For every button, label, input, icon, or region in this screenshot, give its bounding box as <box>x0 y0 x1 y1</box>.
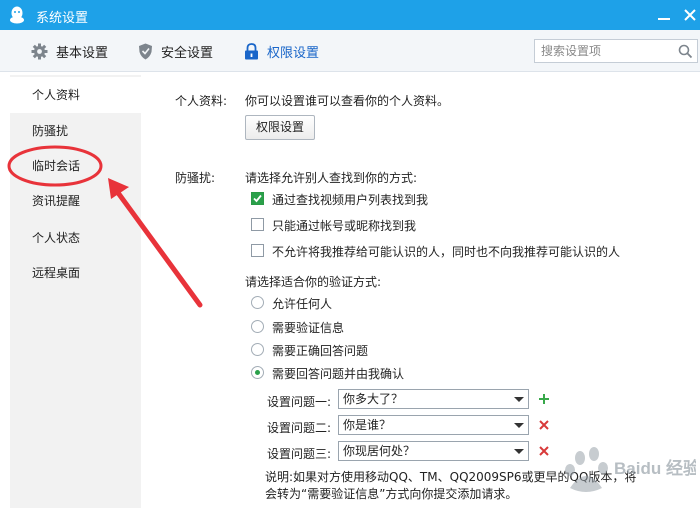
find-option-checkbox[interactable] <box>251 244 264 257</box>
search-input[interactable] <box>535 40 673 62</box>
question-3-select[interactable]: 你现居何处？ <box>338 441 529 461</box>
tab-security-settings[interactable]: 安全设置 <box>138 30 213 72</box>
close-icon[interactable] <box>683 8 697 22</box>
question-label: 设置问题二: <box>267 421 332 435</box>
plus-icon[interactable] <box>538 393 550 405</box>
question-2-select[interactable]: 你是谁？ <box>338 415 529 435</box>
sidebar-item-anti-harassment[interactable]: 防骚扰 <box>10 113 141 149</box>
sidebar-item-personal-status[interactable]: 个人状态 <box>10 220 141 256</box>
verify-option-radio[interactable] <box>251 296 264 309</box>
settings-toolbar: 基本设置 安全设置 权限设置 <box>0 30 700 72</box>
window-title: 系统设置 <box>36 11 89 26</box>
profile-description: 你可以设置谁可以查看你的个人资料。 <box>245 94 450 108</box>
verify-option-radio[interactable] <box>251 343 264 356</box>
verify-option-radio-selected[interactable] <box>251 366 264 379</box>
title-bar: 系统设置 <box>0 0 700 30</box>
shield-icon <box>139 43 152 59</box>
question-label: 设置问题一: <box>267 395 332 409</box>
qq-penguin-icon <box>10 6 24 24</box>
checkmark-icon <box>253 194 262 203</box>
verify-option-label: 需要验证信息 <box>272 321 345 335</box>
baidu-watermark: Baidu 经验 <box>565 447 696 492</box>
chevron-down-icon <box>514 449 524 454</box>
search-icon[interactable] <box>678 44 693 59</box>
tab-label: 基本设置 <box>56 45 109 61</box>
verify-option-label: 需要正确回答问题 <box>272 344 369 358</box>
sidebar-item-temp-session[interactable]: 临时会话 <box>10 148 141 184</box>
verify-option-label: 允许任何人 <box>272 297 333 311</box>
search-box <box>534 39 698 63</box>
question-label: 设置问题三: <box>267 447 332 461</box>
find-methods-title: 请选择允许别人查找到你的方式: <box>245 171 418 185</box>
find-option-checkbox[interactable] <box>251 218 264 231</box>
harassment-section-label: 防骚扰: <box>175 171 216 185</box>
find-option-label: 只能通过帐号或昵称找到我 <box>272 219 417 233</box>
lock-icon <box>245 42 258 59</box>
chevron-down-icon <box>514 423 524 428</box>
sidebar-item-remote-desktop[interactable]: 远程桌面 <box>10 255 141 291</box>
find-option-label: 通过查找视频用户列表找到我 <box>272 193 429 207</box>
find-option-label: 不允许将我推荐给可能认识的人，同时也不向我推荐可能认识的人 <box>272 245 621 259</box>
verify-methods-title: 请选择适合你的验证方式: <box>245 275 382 289</box>
question-1-select[interactable]: 你多大了？ <box>338 389 529 409</box>
question-value: 你是谁？ <box>343 418 392 432</box>
watermark-text: Baidu 经验 <box>614 458 696 478</box>
question-value: 你多大了？ <box>343 392 404 406</box>
profile-section-label: 个人资料: <box>175 94 228 108</box>
verify-option-radio[interactable] <box>251 320 264 333</box>
settings-sidebar: 个人资料 防骚扰 临时会话 资讯提醒 个人状态 远程桌面 <box>10 75 141 508</box>
tab-label: 安全设置 <box>161 45 214 61</box>
sidebar-item-news-alert[interactable]: 资讯提醒 <box>10 183 141 219</box>
tab-label: 权限设置 <box>267 45 320 61</box>
permission-settings-button[interactable]: 权限设置 <box>245 115 315 140</box>
tab-permission-settings[interactable]: 权限设置 <box>244 30 319 72</box>
chevron-down-icon <box>514 397 524 402</box>
question-value: 你现居何处？ <box>343 444 416 458</box>
find-option-checkbox[interactable] <box>251 192 264 205</box>
tab-basic-settings[interactable]: 基本设置 <box>31 30 108 72</box>
sidebar-item-profile[interactable]: 个人资料 <box>10 77 141 113</box>
minimize-icon[interactable] <box>658 10 670 20</box>
gear-icon <box>31 43 48 59</box>
verify-option-label: 需要回答问题并由我确认 <box>272 367 405 381</box>
